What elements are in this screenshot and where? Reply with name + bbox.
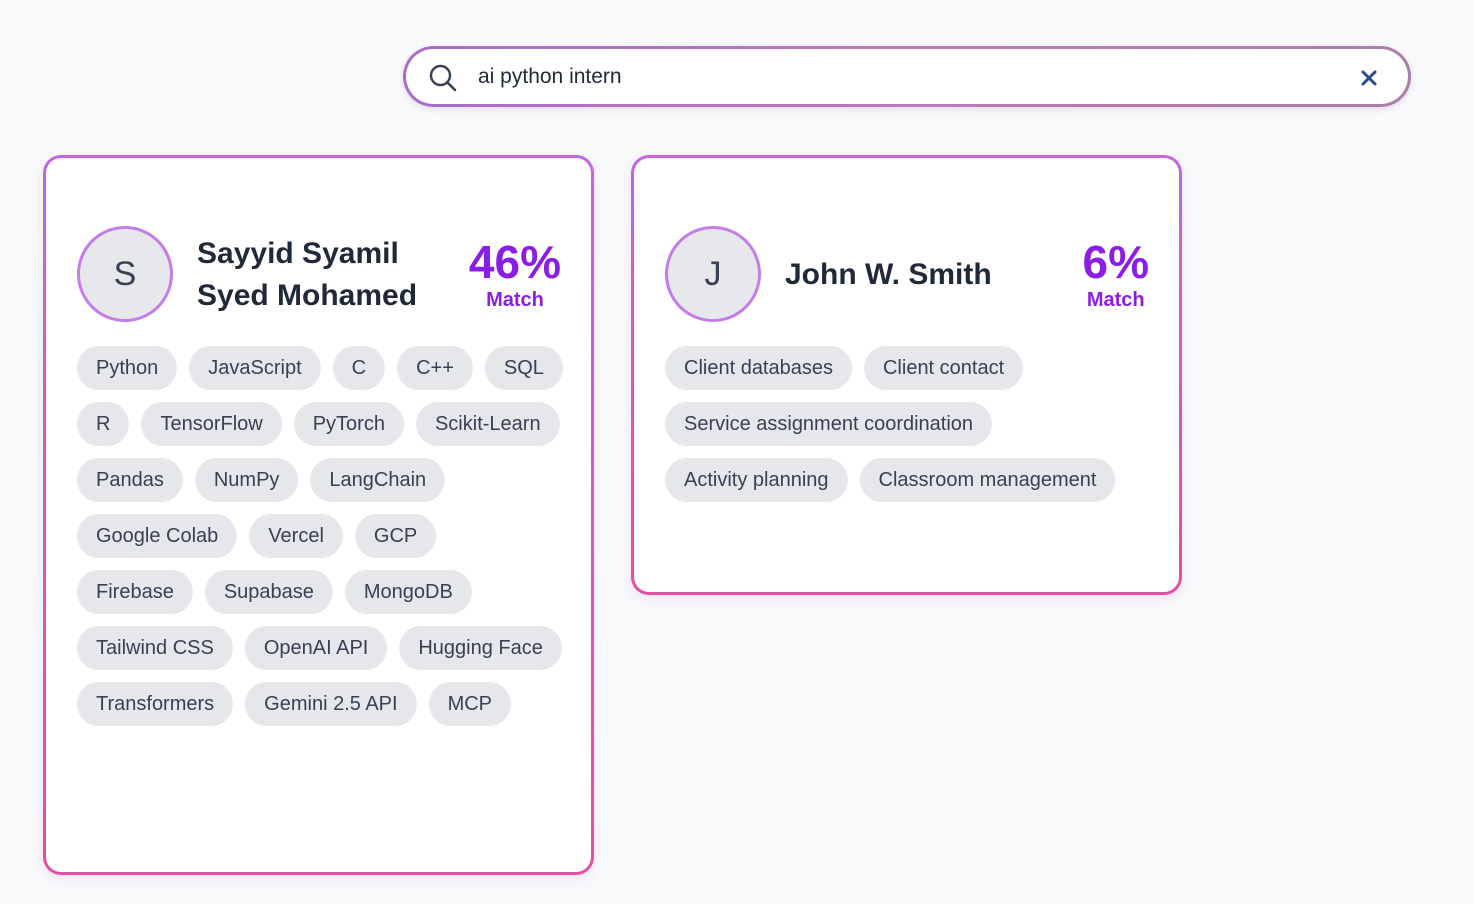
avatar-initial: S [113, 254, 137, 293]
close-icon[interactable] [1360, 69, 1378, 87]
skill-chip: Scikit-Learn [415, 402, 560, 446]
match-percent: 46% [468, 236, 561, 288]
skill-chip: Vercel [249, 514, 343, 558]
avatar: J [665, 226, 761, 322]
skill-chip: C [332, 346, 386, 390]
skill-chip: Activity planning [665, 458, 848, 502]
candidate-card-body: J John W. Smith 6% Match Client database… [634, 158, 1179, 592]
candidate-card[interactable]: J John W. Smith 6% Match Client database… [631, 155, 1182, 595]
skill-chip: JavaScript [189, 346, 321, 390]
match-percent: 6% [1082, 236, 1149, 288]
skill-chip: Firebase [77, 570, 193, 614]
match-label: Match [1086, 289, 1145, 311]
avatar-initial: J [704, 254, 722, 293]
skill-chip: MCP [428, 682, 512, 726]
skill-chip: Tailwind CSS [77, 626, 233, 670]
skill-chip: SQL [484, 346, 563, 390]
skill-chip: Hugging Face [399, 626, 562, 670]
candidate-name: John W. Smith [785, 258, 992, 291]
skill-chip: Service assignment coordination [665, 402, 993, 446]
match-label: Match [486, 289, 544, 311]
skill-chip: Classroom management [859, 458, 1116, 502]
match-score: 46% Match [469, 236, 561, 312]
skill-list: Python JavaScript C C++ SQL R TensorFlow… [77, 346, 563, 726]
skill-chip: Supabase [204, 570, 333, 614]
avatar: S [77, 226, 173, 322]
match-score: 6% Match [1083, 236, 1149, 312]
search-bar [403, 46, 1411, 107]
skill-chip: NumPy [194, 458, 299, 502]
skill-chip: TensorFlow [141, 402, 282, 446]
skill-chip: Client databases [665, 346, 852, 390]
skill-chip: Python [77, 346, 178, 390]
skill-chip: Google Colab [77, 514, 238, 558]
skill-chip: R [77, 402, 130, 446]
candidate-name: Sayyid Syamil Syed Mohamed [197, 237, 418, 312]
candidate-card[interactable]: S Sayyid Syamil Syed Mohamed 46% Match P… [43, 155, 594, 875]
candidate-card-body: S Sayyid Syamil Syed Mohamed 46% Match P… [46, 158, 591, 872]
skill-chip: OpenAI API [244, 626, 388, 670]
search-bar-inner [406, 49, 1408, 104]
search-input[interactable] [478, 49, 1298, 104]
search-icon [429, 64, 457, 92]
skill-list: Client databases Client contact Service … [665, 346, 1151, 502]
skill-chip: Transformers [77, 682, 234, 726]
skill-chip: PyTorch [293, 402, 404, 446]
skill-chip: MongoDB [344, 570, 472, 614]
skill-chip: Pandas [77, 458, 183, 502]
skill-chip: Client contact [863, 346, 1024, 390]
skill-chip: GCP [354, 514, 437, 558]
skill-chip: Gemini 2.5 API [245, 682, 417, 726]
skill-chip: LangChain [310, 458, 446, 502]
skill-chip: C++ [397, 346, 473, 390]
